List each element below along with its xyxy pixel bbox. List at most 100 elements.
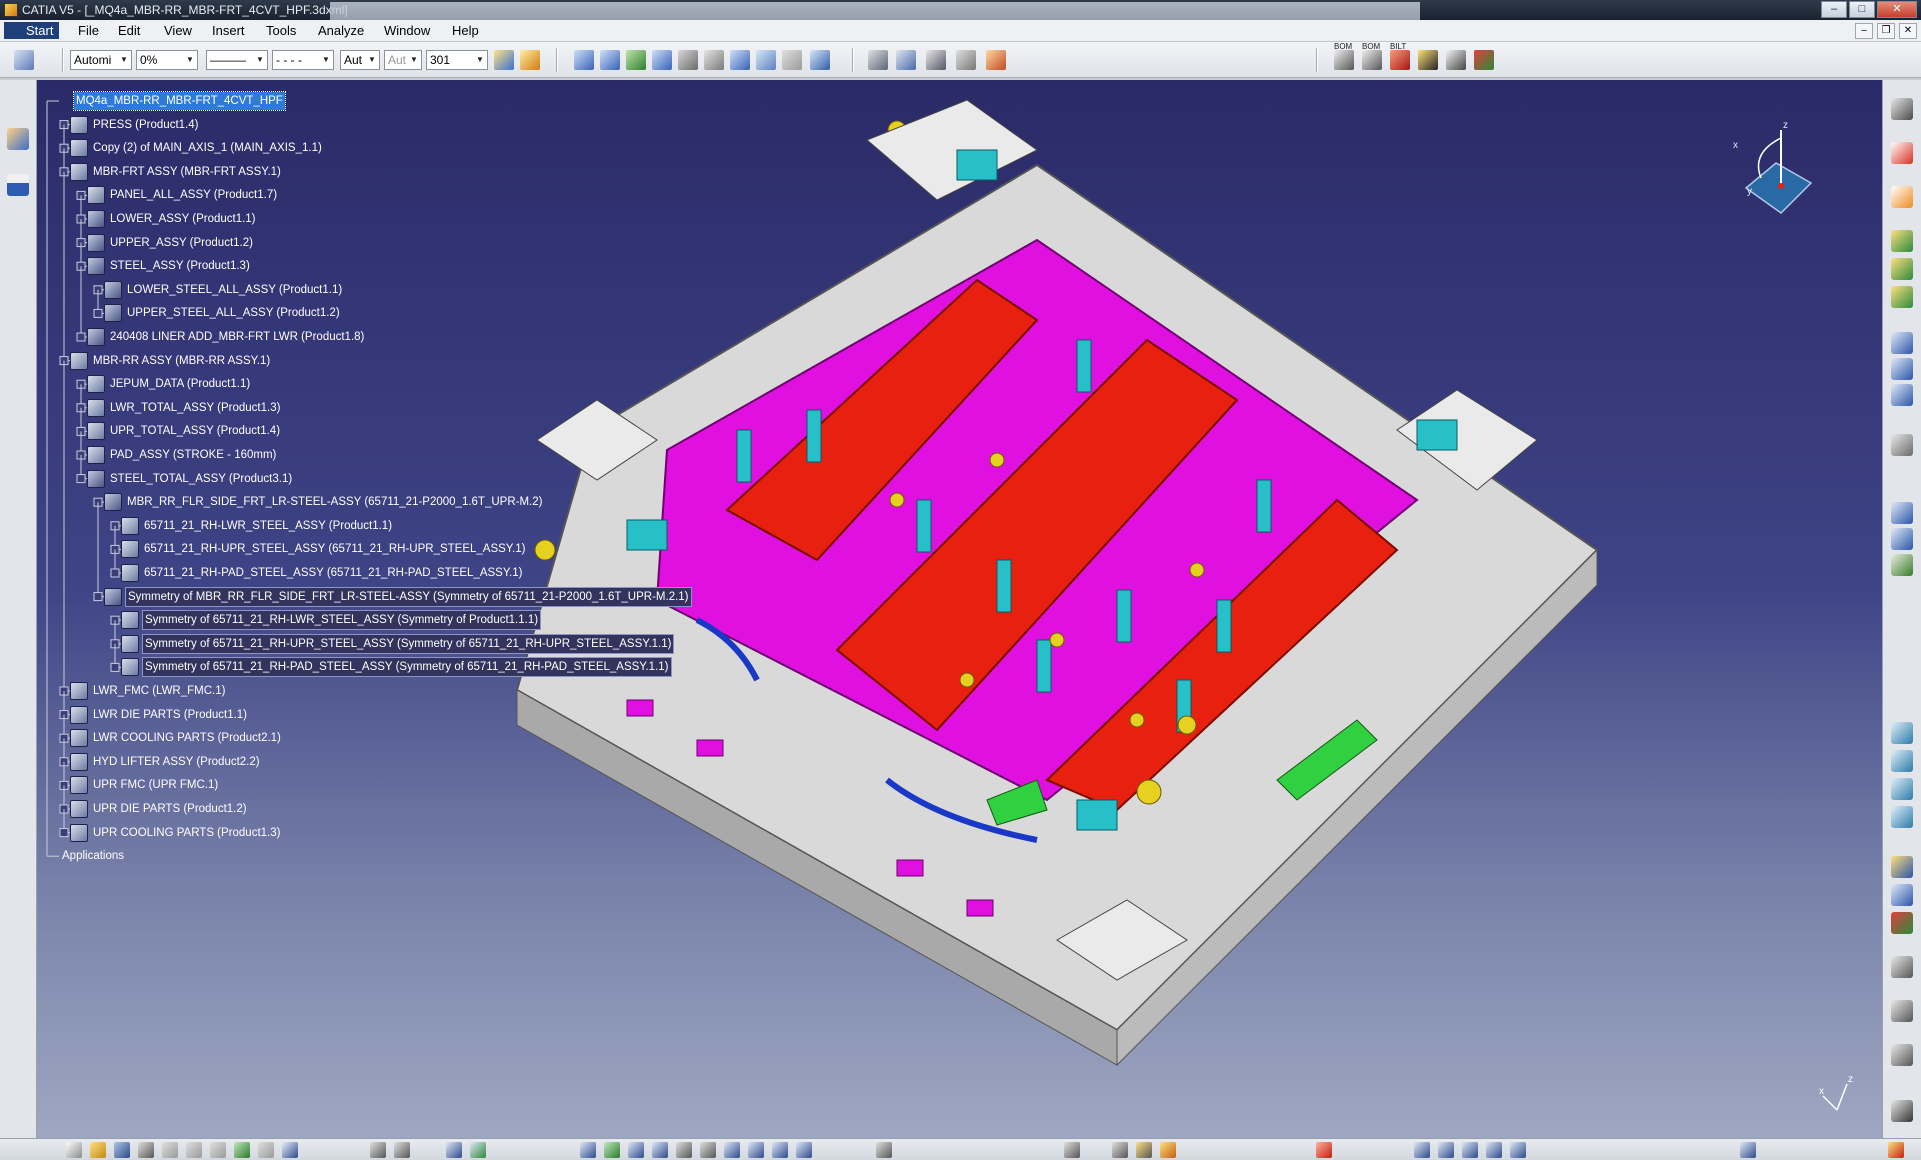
fly-icon[interactable] <box>580 1142 596 1158</box>
multi-view-icon[interactable] <box>756 50 776 70</box>
menu-edit[interactable]: Edit <box>118 23 140 38</box>
tree-node[interactable]: UPR COOLING PARTS (Product1.3) <box>70 822 282 844</box>
knowledge-icon[interactable] <box>394 1142 410 1158</box>
menu-start[interactable]: Start <box>4 22 60 39</box>
menu-view[interactable]: View <box>164 23 192 38</box>
properties-icon[interactable] <box>1160 1142 1176 1158</box>
menu-insert[interactable]: Insert <box>212 23 245 38</box>
flag-note-icon[interactable] <box>926 50 946 70</box>
menu-tools[interactable]: Tools <box>266 23 296 38</box>
bilt-icon[interactable]: BILT <box>1390 42 1410 70</box>
fit-all-icon[interactable] <box>600 50 620 70</box>
cut-icon[interactable] <box>162 1142 178 1158</box>
tree-root-node[interactable]: MQ4a_MBR-RR_MBR-FRT_4CVT_HPF <box>53 90 286 112</box>
tree-node[interactable]: 65711_21_RH-UPR_STEEL_ASSY (65711_21_RH-… <box>121 538 527 560</box>
coincidence-constraint-icon[interactable] <box>1891 722 1913 744</box>
macro-icon[interactable] <box>470 1142 486 1158</box>
fix-component-icon[interactable] <box>1891 856 1913 878</box>
tree-node[interactable]: UPPER_ASSY (Product1.2) <box>87 232 255 254</box>
angle-constraint-icon[interactable] <box>1891 806 1913 828</box>
tree-node[interactable]: Symmetry of 65711_21_RH-UPR_STEEL_ASSY (… <box>121 633 675 655</box>
mdi-restore-button[interactable]: ❐ <box>1877 23 1895 39</box>
snap-icon[interactable] <box>1891 528 1913 550</box>
print-icon[interactable] <box>138 1142 154 1158</box>
mdi-close-button[interactable]: ✕ <box>1899 23 1917 39</box>
formula-icon[interactable] <box>370 1142 386 1158</box>
save-icon[interactable] <box>114 1142 130 1158</box>
fix-together-icon[interactable] <box>1891 884 1913 906</box>
menu-analyze[interactable]: Analyze <box>318 23 364 38</box>
compass-snap-icon[interactable] <box>7 174 29 196</box>
undo-icon[interactable] <box>234 1142 250 1158</box>
layout-icon[interactable] <box>1740 1142 1756 1158</box>
tree-node[interactable]: Copy (2) of MAIN_AXIS_1 (MAIN_AXIS_1.1) <box>70 137 324 159</box>
power-input-icon[interactable] <box>1888 1142 1904 1158</box>
tree-node[interactable]: STEEL_ASSY (Product1.3) <box>87 255 252 277</box>
bom-table-icon[interactable]: BOM <box>1362 42 1382 70</box>
mdi-minimize-button[interactable]: – <box>1855 23 1873 39</box>
line-thickness-combo[interactable]: ——— ▼ <box>206 50 268 70</box>
front-view-icon[interactable] <box>772 1142 788 1158</box>
stop-manipulate-on-clash-icon[interactable] <box>1891 554 1913 576</box>
tree-node[interactable]: Symmetry of 65711_21_RH-PAD_STEEL_ASSY (… <box>121 656 672 678</box>
clash-detect-icon[interactable] <box>1462 1142 1478 1158</box>
offset-constraint-icon[interactable] <box>1891 778 1913 800</box>
tree-applications-node[interactable]: Applications <box>53 845 126 867</box>
3d-viewport[interactable]: MQ4a_MBR-RR_MBR-FRT_4CVT_HPF PRESS (Produ… <box>37 80 1882 1138</box>
generate-numbering-icon[interactable] <box>1891 384 1913 406</box>
tree-node[interactable]: UPR_TOTAL_ASSY (Product1.4) <box>87 420 282 442</box>
swap-icon[interactable] <box>1064 1142 1080 1158</box>
compass-widget[interactable]: x y z <box>1731 118 1831 218</box>
tree-node[interactable]: 240408 LINER ADD_MBR-FRT LWR (Product1.8… <box>87 326 366 348</box>
tree-node[interactable]: PANEL_ALL_ASSY (Product1.7) <box>87 184 279 206</box>
quick-constraint-icon[interactable] <box>1891 912 1913 934</box>
tree-node[interactable]: Symmetry of 65711_21_RH-LWR_STEEL_ASSY (… <box>121 609 542 631</box>
rotate-icon[interactable] <box>652 50 672 70</box>
transparency-combo[interactable]: 0% ▼ <box>136 50 198 70</box>
zoom-in-icon[interactable] <box>678 50 698 70</box>
painter-icon[interactable] <box>494 50 514 70</box>
tree-node[interactable]: LOWER_ASSY (Product1.1) <box>87 208 258 230</box>
catalog-icon[interactable] <box>1474 50 1494 70</box>
menu-window[interactable]: Window <box>384 23 430 38</box>
measure-icon[interactable] <box>1316 1142 1332 1158</box>
top-view-icon[interactable] <box>796 1142 812 1158</box>
redo-icon[interactable] <box>258 1142 274 1158</box>
fly-mode-icon[interactable] <box>574 50 594 70</box>
analysis-icon[interactable] <box>1414 1142 1430 1158</box>
swap-visible-space-icon[interactable] <box>782 50 802 70</box>
insert-new-product-icon[interactable] <box>1891 258 1913 280</box>
paste-icon[interactable] <box>210 1142 226 1158</box>
bom-report-icon[interactable]: BOM <box>1334 42 1354 70</box>
help-icon[interactable] <box>282 1142 298 1158</box>
capture-icon[interactable] <box>1891 1100 1913 1122</box>
update-icon[interactable] <box>1891 956 1913 978</box>
tree-node[interactable]: JEPUM_DATA (Product1.1) <box>87 373 252 395</box>
swirl-icon[interactable] <box>1891 1044 1913 1066</box>
properties-brush-icon[interactable] <box>520 50 540 70</box>
assembly-tools-icon[interactable] <box>7 128 29 150</box>
explode-icon[interactable] <box>1891 502 1913 524</box>
band-analysis-icon[interactable] <box>1510 1142 1526 1158</box>
tree-node[interactable]: UPPER_STEEL_ALL_ASSY (Product1.2) <box>104 302 342 324</box>
select-arrow-icon[interactable] <box>1891 186 1913 208</box>
copy-icon[interactable] <box>186 1142 202 1158</box>
open-folder-icon[interactable] <box>90 1142 106 1158</box>
point-type-combo[interactable]: Aut ▼ <box>340 50 380 70</box>
fit-icon[interactable] <box>604 1142 620 1158</box>
color-combo[interactable]: Automi ▼ <box>70 50 132 70</box>
zoom-out-icon[interactable] <box>704 50 724 70</box>
save-data-icon[interactable] <box>1418 50 1438 70</box>
tree-node[interactable]: LWR COOLING PARTS (Product2.1) <box>70 727 283 749</box>
tree-node[interactable]: STEEL_TOTAL_ASSY (Product3.1) <box>87 468 294 490</box>
pan-view-icon[interactable] <box>628 1142 644 1158</box>
section-icon[interactable] <box>1438 1142 1454 1158</box>
tree-node[interactable]: PRESS (Product1.4) <box>70 114 200 136</box>
normal-view-icon[interactable] <box>730 50 750 70</box>
tree-node[interactable]: MBR-FRT ASSY (MBR-FRT ASSY.1) <box>70 161 283 183</box>
product-tree-icon[interactable] <box>14 50 34 70</box>
rotate-view-icon[interactable] <box>652 1142 668 1158</box>
sectioning-icon[interactable] <box>986 50 1006 70</box>
contact-constraint-icon[interactable] <box>1891 750 1913 772</box>
shading-icon[interactable] <box>810 50 830 70</box>
